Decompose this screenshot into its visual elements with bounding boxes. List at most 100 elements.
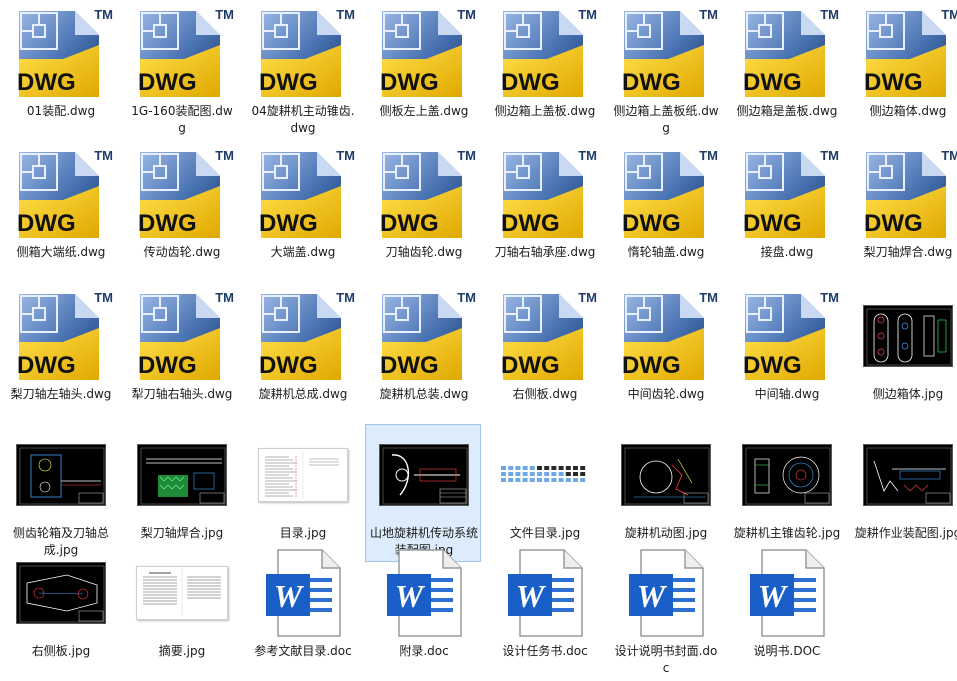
word-letter: W bbox=[637, 578, 668, 614]
dwg-file-icon: TM DWG bbox=[376, 290, 476, 382]
dwg-file-icon: TM DWG bbox=[850, 144, 957, 244]
trademark-badge: TM bbox=[578, 290, 597, 305]
dwg-file-icon: TM DWG bbox=[860, 148, 957, 240]
file-name-label: 侧箱大端纸.dwg bbox=[16, 245, 106, 259]
file-name-label: 参考文献目录.doc bbox=[254, 644, 352, 658]
file-name-label: 侧边箱上盖板纸.dwg bbox=[613, 104, 719, 135]
word-letter: W bbox=[274, 578, 305, 614]
dwg-icon-text: DWG bbox=[17, 210, 76, 237]
dwg-icon-text: DWG bbox=[743, 352, 802, 379]
file-name-label: 侧边箱体.jpg bbox=[872, 387, 944, 401]
file-item[interactable]: TM DWG 旋耕机总装.dwg bbox=[365, 285, 481, 423]
file-name-label: 大端盖.dwg bbox=[270, 245, 336, 259]
file-item[interactable]: 旋耕作业装配图.jpg bbox=[849, 424, 957, 562]
trademark-badge: TM bbox=[336, 7, 355, 22]
file-item[interactable]: W 参考文献目录.doc bbox=[244, 542, 360, 680]
file-item[interactable]: W 设计说明书封面.doc bbox=[607, 542, 723, 680]
file-item[interactable]: TM DWG 大端盖.dwg bbox=[244, 143, 360, 281]
dwg-file-icon: TM DWG bbox=[13, 290, 113, 382]
trademark-badge: TM bbox=[94, 7, 113, 22]
file-item[interactable]: TM DWG 旋耕机总成.dwg bbox=[244, 285, 360, 423]
dwg-file-icon: TM DWG bbox=[255, 290, 355, 382]
file-item[interactable]: TM DWG 侧板左上盖.dwg bbox=[365, 2, 481, 140]
file-item[interactable]: 右侧板.jpg bbox=[2, 542, 118, 680]
file-name-label: 04旋耕机主动锥齿.dwg bbox=[251, 104, 355, 135]
file-item[interactable]: TM DWG 1G-160装配图.dwg bbox=[123, 2, 239, 140]
file-name-label: 旋耕机主锥齿轮.jpg bbox=[733, 526, 841, 540]
trademark-badge: TM bbox=[215, 290, 234, 305]
dwg-icon-text: DWG bbox=[743, 210, 802, 237]
file-item[interactable]: TM DWG 04旋耕机主动锥齿.dwg bbox=[244, 2, 360, 140]
trademark-badge: TM bbox=[820, 148, 839, 163]
dwg-icon-text: DWG bbox=[138, 69, 197, 96]
trademark-badge: TM bbox=[457, 290, 476, 305]
dwg-file-icon: TM DWG bbox=[255, 7, 355, 99]
trademark-badge: TM bbox=[94, 148, 113, 163]
trademark-badge: TM bbox=[457, 7, 476, 22]
word-doc-icon: W bbox=[264, 548, 342, 638]
dwg-icon-text: DWG bbox=[864, 210, 923, 237]
contents-page-thumbnail bbox=[245, 425, 361, 525]
dwg-file-icon: TM DWG bbox=[729, 144, 845, 244]
file-item[interactable]: TM DWG 刀轴齿轮.dwg bbox=[365, 143, 481, 281]
file-item[interactable]: TM DWG 犁刀轴右轴头.dwg bbox=[123, 285, 239, 423]
trademark-badge: TM bbox=[578, 148, 597, 163]
file-item[interactable]: TM DWG 侧边箱上盖板.dwg bbox=[486, 2, 602, 140]
word-doc-icon: W bbox=[366, 543, 482, 643]
dwg-icon-text: DWG bbox=[259, 210, 318, 237]
file-item[interactable]: TM DWG 中间齿轮.dwg bbox=[607, 285, 723, 423]
file-name-label: 1G-160装配图.dwg bbox=[131, 104, 233, 135]
operation-assembly-thumbnail bbox=[850, 425, 957, 525]
word-letter: W bbox=[395, 578, 426, 614]
file-item[interactable]: TM DWG 侧边箱是盖板.dwg bbox=[728, 2, 844, 140]
file-item[interactable]: TM DWG 中间轴.dwg bbox=[728, 285, 844, 423]
dwg-file-icon: TM DWG bbox=[3, 3, 119, 103]
dwg-file-icon: TM DWG bbox=[618, 7, 718, 99]
motion-drawing-thumbnail bbox=[608, 425, 724, 525]
file-item[interactable]: TM DWG 梨刀轴左轴头.dwg bbox=[2, 285, 118, 423]
file-item[interactable]: 摘要.jpg bbox=[123, 542, 239, 680]
file-item[interactable]: W 附录.doc bbox=[365, 542, 481, 680]
file-item[interactable]: TM DWG 梨刀轴焊合.dwg bbox=[849, 143, 957, 281]
dwg-file-icon: TM DWG bbox=[487, 144, 603, 244]
dwg-file-icon: TM DWG bbox=[497, 290, 597, 382]
file-item[interactable]: TM DWG 惰轮轴盖.dwg bbox=[607, 143, 723, 281]
file-item[interactable]: 侧边箱体.jpg bbox=[849, 285, 957, 423]
file-item[interactable]: TM DWG 侧边箱上盖板纸.dwg bbox=[607, 2, 723, 140]
file-item[interactable]: TM DWG 侧边箱体.dwg bbox=[849, 2, 957, 140]
dwg-file-icon: TM DWG bbox=[860, 7, 957, 99]
word-doc-icon: W bbox=[245, 543, 361, 643]
file-item[interactable]: TM DWG 侧箱大端纸.dwg bbox=[2, 143, 118, 281]
file-item[interactable]: TM DWG 01装配.dwg bbox=[2, 2, 118, 140]
abstract-page-thumbnail bbox=[124, 543, 240, 643]
file-name-label: 文件目录.jpg bbox=[509, 526, 581, 540]
file-item[interactable]: W 设计任务书.doc bbox=[486, 542, 602, 680]
trademark-badge: TM bbox=[820, 7, 839, 22]
file-name-label: 侧板左上盖.dwg bbox=[379, 104, 469, 118]
dwg-file-icon: TM DWG bbox=[376, 148, 476, 240]
file-item[interactable]: TM DWG 传动齿轮.dwg bbox=[123, 143, 239, 281]
dwg-file-icon: TM DWG bbox=[497, 7, 597, 99]
file-name-label: 侧边箱体.dwg bbox=[869, 104, 947, 118]
trademark-badge: TM bbox=[699, 290, 718, 305]
trademark-badge: TM bbox=[94, 290, 113, 305]
file-name-label: 侧边箱是盖板.dwg bbox=[736, 104, 838, 118]
dwg-file-icon: TM DWG bbox=[134, 7, 234, 99]
dwg-icon-text: DWG bbox=[622, 210, 681, 237]
word-doc-icon: W bbox=[729, 543, 845, 643]
dwg-file-icon: TM DWG bbox=[608, 144, 724, 244]
trademark-badge: TM bbox=[336, 290, 355, 305]
file-item[interactable]: W 说明书.DOC bbox=[728, 542, 844, 680]
word-doc-icon: W bbox=[608, 543, 724, 643]
dwg-file-icon: TM DWG bbox=[497, 148, 597, 240]
file-name-label: 犁刀轴右轴头.dwg bbox=[131, 387, 233, 401]
file-name-label: 中间齿轮.dwg bbox=[627, 387, 705, 401]
gearbox-drawing-thumbnail bbox=[3, 425, 119, 525]
file-item[interactable]: TM DWG 刀轴右轴承座.dwg bbox=[486, 143, 602, 281]
word-letter: W bbox=[516, 578, 547, 614]
file-grid: TM DWG 01装配.dwg TM DWG 1G-160装配图.dwg TM … bbox=[0, 0, 957, 681]
dwg-file-icon: TM DWG bbox=[739, 290, 839, 382]
word-doc-icon: W bbox=[627, 548, 705, 638]
file-item[interactable]: TM DWG 接盘.dwg bbox=[728, 143, 844, 281]
file-item[interactable]: TM DWG 右侧板.dwg bbox=[486, 285, 602, 423]
